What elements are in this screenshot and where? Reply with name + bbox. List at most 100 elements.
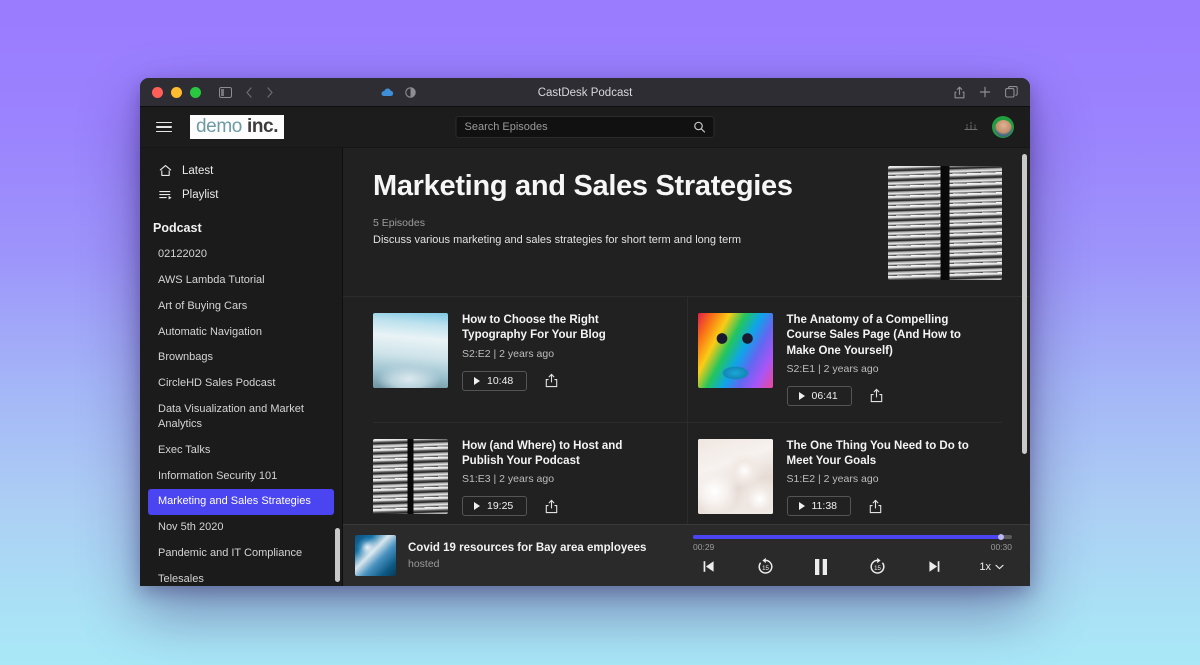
share-icon[interactable] <box>954 86 965 99</box>
episode-title[interactable]: The Anatomy of a Compelling Course Sales… <box>787 313 989 359</box>
sidebar-item-label: Playlist <box>182 189 219 201</box>
hamburger-menu-icon[interactable] <box>156 121 172 133</box>
home-icon <box>158 164 173 177</box>
episode-card[interactable]: How (and Where) to Host and Publish Your… <box>373 422 688 524</box>
content-scrollbar[interactable] <box>1022 154 1027 454</box>
play-button[interactable]: 06:41 <box>786 385 852 406</box>
play-icon <box>798 502 805 511</box>
sidebar-item-label: Latest <box>182 164 214 177</box>
forward-chevron-icon[interactable] <box>266 86 274 98</box>
player-bar: Covid 19 resources for Bay area employee… <box>343 524 1030 586</box>
share-icon[interactable] <box>869 499 882 514</box>
episode-duration: 06:41 <box>811 389 838 402</box>
episode-title[interactable]: The One Thing You Need to Do to Meet You… <box>787 439 989 470</box>
sidebar-scrollbar[interactable] <box>335 528 340 582</box>
play-button[interactable]: 10:48 <box>462 370 528 391</box>
now-playing-title: Covid 19 resources for Bay area employee… <box>408 541 647 554</box>
contrast-icon[interactable] <box>405 87 416 98</box>
svg-text:15: 15 <box>874 566 881 572</box>
sidebar-item-data-visualization-and-market-analytics[interactable]: Data Visualization and Market Analytics <box>148 397 334 438</box>
titlebar-extension-icons <box>380 78 416 107</box>
search-icon[interactable] <box>694 121 706 133</box>
forward-icon[interactable]: 15 <box>868 557 887 576</box>
equalizer-icon[interactable] <box>964 121 978 133</box>
episode-title[interactable]: How to Choose the Right Typography For Y… <box>462 313 665 344</box>
window-titlebar: CastDesk Podcast <box>140 78 1030 107</box>
sidebar-item-information-security-101[interactable]: Information Security 101 <box>148 464 334 490</box>
now-playing-thumbnail[interactable] <box>355 535 396 576</box>
episode-card[interactable]: How to Choose the Right Typography For Y… <box>373 297 688 423</box>
rewind-icon[interactable]: 15 <box>756 557 775 576</box>
titlebar-nav-icons <box>219 86 274 98</box>
episode-thumbnail[interactable] <box>697 438 773 514</box>
play-button[interactable]: 11:38 <box>786 496 851 517</box>
episode-body: How (and Where) to Host and Publish Your… <box>462 439 665 517</box>
next-icon[interactable] <box>925 559 942 574</box>
pause-icon[interactable] <box>812 557 830 577</box>
episode-actions: 19:25 <box>462 496 665 517</box>
sidebar-item-automatic-navigation[interactable]: Automatic Navigation <box>148 320 334 346</box>
previous-icon[interactable] <box>701 559 718 574</box>
minimize-window-button[interactable] <box>171 86 182 98</box>
episode-actions: 11:38 <box>786 496 989 517</box>
episode-thumbnail[interactable] <box>373 313 448 388</box>
progress-handle[interactable] <box>998 533 1005 540</box>
now-playing-subtitle: hosted <box>408 557 440 570</box>
sidebar-item-latest[interactable]: Latest <box>140 158 342 183</box>
app-window: CastDesk Podcast demo inc. Search Episod… <box>140 78 1030 586</box>
sidebar-item-circlehd-sales-podcast[interactable]: CircleHD Sales Podcast <box>148 371 334 397</box>
sidebar-toggle-icon[interactable] <box>219 86 232 98</box>
now-playing: Covid 19 resources for Bay area employee… <box>355 535 685 576</box>
episode-thumbnail[interactable] <box>373 438 448 514</box>
logo-text-primary: demo <box>196 115 242 137</box>
sidebar-item-02122020[interactable]: 02122020 <box>148 242 334 268</box>
sidebar-item-marketing-and-sales-strategies[interactable]: Marketing and Sales Strategies <box>148 489 334 516</box>
search-input[interactable] <box>464 121 694 133</box>
user-avatar[interactable] <box>992 116 1014 138</box>
episode-count: 5 Episodes <box>373 217 425 230</box>
episode-card[interactable]: The Anatomy of a Compelling Course Sales… <box>687 297 1002 423</box>
podcast-hero: Marketing and Sales Strategies 5 Episode… <box>343 148 1030 297</box>
episode-meta: S2:E2 | 2 years ago <box>462 347 555 360</box>
logo-text-secondary: inc. <box>246 115 279 137</box>
cloud-icon[interactable] <box>380 88 394 98</box>
play-button[interactable]: 19:25 <box>462 496 528 517</box>
search-box[interactable] <box>455 116 715 138</box>
paper-stack-artwork <box>373 438 448 514</box>
page-title: Marketing and Sales Strategies <box>373 170 793 202</box>
episode-duration: 11:38 <box>811 500 838 513</box>
sidebar-item-brownbags[interactable]: Brownbags <box>148 345 334 371</box>
content-scroll-area: Marketing and Sales Strategies 5 Episode… <box>343 148 1030 524</box>
close-window-button[interactable] <box>152 86 163 98</box>
sidebar-item-pandemic-and-it-compliance[interactable]: Pandemic and IT Compliance <box>148 541 334 567</box>
sidebar-item-exec-talks[interactable]: Exec Talks <box>148 438 334 464</box>
episode-card[interactable]: The One Thing You Need to Do to Meet You… <box>688 423 1003 524</box>
episode-thumbnail[interactable] <box>697 313 773 388</box>
progress-fill <box>693 534 1002 539</box>
episode-actions: 10:48 <box>462 370 665 391</box>
sidebar-section-title: Podcast <box>153 221 202 235</box>
traffic-lights <box>152 86 201 98</box>
playback-speed-button[interactable]: 1x <box>979 561 1004 573</box>
sidebar-item-telesales[interactable]: Telesales <box>148 567 334 586</box>
player-controls-area: 00:29 00:30 15 15 1x <box>685 533 1014 577</box>
progress-bar[interactable] <box>693 533 1012 540</box>
back-chevron-icon[interactable] <box>245 86 253 98</box>
app-body: Latest Playlist Podcast 02122020 AWS Lam… <box>140 148 1030 586</box>
share-icon[interactable] <box>870 388 883 403</box>
sidebar-item-nov-5th-2020[interactable]: Nov 5th 2020 <box>148 515 334 541</box>
share-icon[interactable] <box>545 499 558 514</box>
plus-icon[interactable] <box>979 86 991 98</box>
blossom-artwork <box>697 438 773 514</box>
sidebar-item-art-of-buying-cars[interactable]: Art of Buying Cars <box>148 294 334 320</box>
tabs-icon[interactable] <box>1005 86 1018 98</box>
episode-title[interactable]: How (and Where) to Host and Publish Your… <box>462 439 665 470</box>
share-icon[interactable] <box>545 373 558 388</box>
sidebar-item-aws-lambda-tutorial[interactable]: AWS Lambda Tutorial <box>148 268 334 294</box>
sidebar-item-playlist[interactable]: Playlist <box>140 183 342 207</box>
search-container <box>455 116 715 138</box>
maximize-window-button[interactable] <box>190 86 201 98</box>
episode-meta: S1:E2 | 2 years ago <box>786 473 879 486</box>
brand-logo[interactable]: demo inc. <box>190 114 285 140</box>
app-header: demo inc. <box>140 107 1030 148</box>
